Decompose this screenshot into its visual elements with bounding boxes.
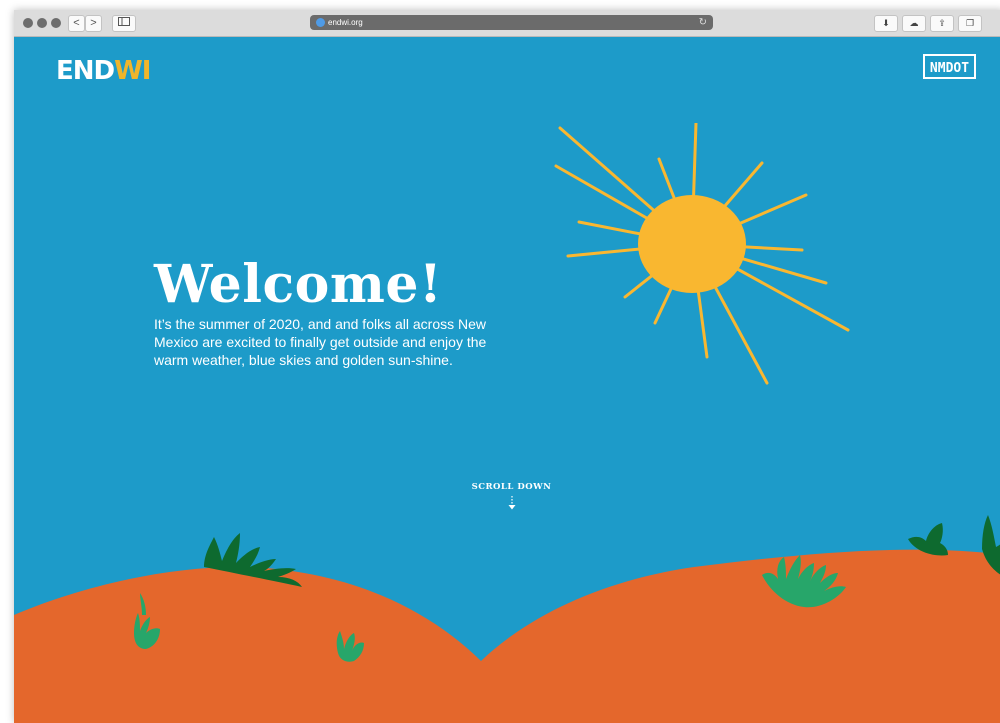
sidebar-toggle-button[interactable]	[112, 15, 136, 32]
tabs-button[interactable]: ❐	[958, 15, 982, 32]
logo-text-accent: WI	[114, 56, 151, 86]
intro-paragraph: It’s the summer of 2020, and and folks a…	[154, 316, 487, 368]
download-icon: ⬇	[882, 18, 890, 28]
welcome-heading: Welcome!	[154, 254, 443, 315]
minimize-window-icon[interactable]	[37, 18, 47, 28]
share-icon: ⇪	[938, 18, 946, 28]
nmdot-link[interactable]: NMDOT	[923, 54, 976, 79]
close-window-icon[interactable]	[23, 18, 33, 28]
orange-hills	[14, 549, 1000, 723]
forward-button[interactable]: >	[85, 15, 102, 32]
address-bar[interactable]: endwi.org ↻	[310, 15, 713, 30]
tabs-icon: ❐	[965, 18, 975, 28]
sun-illustration	[554, 123, 850, 385]
zoom-window-icon[interactable]	[51, 18, 61, 28]
endwi-logo[interactable]: ENDWI	[56, 56, 151, 86]
scroll-down-arrow-icon[interactable]	[508, 496, 516, 510]
address-bar-url: endwi.org	[328, 18, 363, 27]
icloud-button[interactable]: ☁	[902, 15, 926, 32]
site-globe-icon	[316, 18, 325, 27]
logo-text-primary: END	[56, 56, 115, 86]
back-button[interactable]: <	[68, 15, 85, 32]
browser-toolbar: < > endwi.org ↻ ⬇ ☁ ⇪ ❐	[14, 10, 1000, 37]
sidebar-icon	[118, 17, 130, 26]
page-content: ENDWI NMDOT Welcome! It’s the summer of …	[14, 37, 1000, 723]
reload-icon[interactable]: ↻	[699, 15, 707, 30]
sun-disc	[638, 195, 746, 293]
scroll-down-label[interactable]: SCROLL DOWN	[454, 482, 569, 492]
hills-illustration	[14, 515, 1000, 723]
cloud-icon: ☁	[909, 18, 919, 28]
share-button[interactable]: ⇪	[930, 15, 954, 32]
browser-window: < > endwi.org ↻ ⬇ ☁ ⇪ ❐ ENDWI NMDOT Welc…	[14, 10, 1000, 723]
downloads-button[interactable]: ⬇	[874, 15, 898, 32]
